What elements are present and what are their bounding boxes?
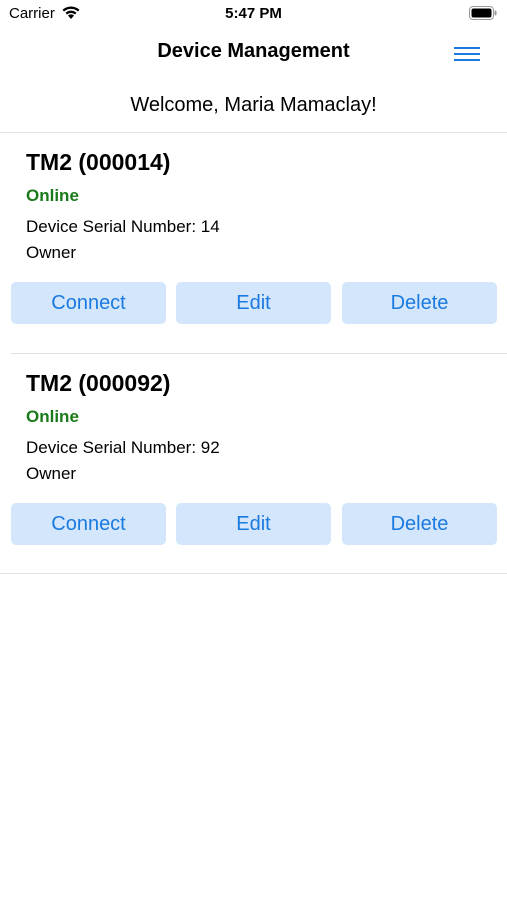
device-status-badge: Online bbox=[26, 407, 79, 426]
device-status-badge: Online bbox=[26, 186, 79, 205]
battery-icon bbox=[469, 6, 497, 20]
device-name: TM2 (000092) bbox=[26, 370, 171, 396]
device-name: TM2 (000014) bbox=[26, 149, 171, 175]
delete-button[interactable]: Delete bbox=[342, 282, 497, 324]
divider bbox=[0, 573, 507, 574]
hamburger-menu-icon[interactable] bbox=[453, 44, 481, 64]
status-bar: Carrier 5:47 PM bbox=[0, 0, 507, 28]
device-serial-number: Device Serial Number: 14 bbox=[26, 217, 220, 236]
edit-button[interactable]: Edit bbox=[176, 282, 331, 324]
device-card: TM2 (000014) Online Device Serial Number… bbox=[0, 133, 507, 353]
connect-button[interactable]: Connect bbox=[11, 503, 166, 545]
page-title: Device Management bbox=[157, 40, 350, 62]
welcome-message: Welcome, Maria Mamaclay! bbox=[130, 94, 377, 116]
delete-button[interactable]: Delete bbox=[342, 503, 497, 545]
device-role: Owner bbox=[26, 243, 77, 262]
clock: 5:47 PM bbox=[225, 5, 282, 22]
device-serial-number: Device Serial Number: 92 bbox=[26, 438, 220, 457]
device-card: TM2 (000092) Online Device Serial Number… bbox=[0, 354, 507, 574]
edit-button[interactable]: Edit bbox=[176, 503, 331, 545]
navigation-bar: Device Management bbox=[0, 28, 507, 76]
connect-button[interactable]: Connect bbox=[11, 282, 166, 324]
device-management-screen: Carrier 5:47 PM Device Management Welcom… bbox=[0, 0, 507, 900]
device-role: Owner bbox=[26, 464, 77, 483]
